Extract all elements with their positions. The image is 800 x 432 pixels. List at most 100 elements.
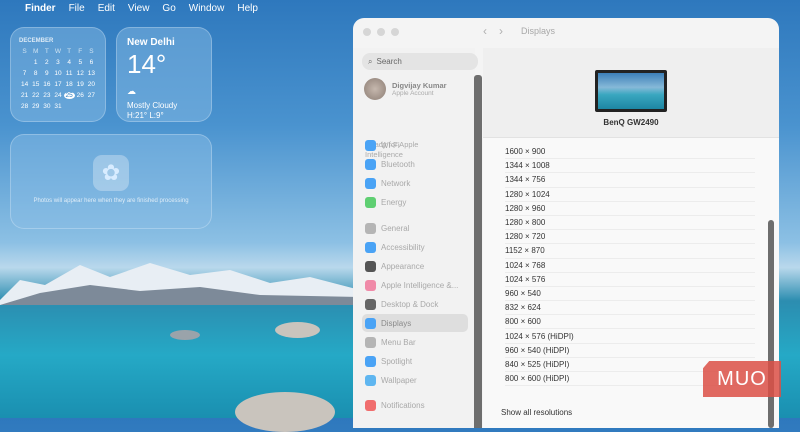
sidebar-item-label: Spotlight [381,356,413,366]
calendar-day: 31 [54,103,62,110]
sidebar-item-label: Network [381,178,411,188]
sidebar-item-general[interactable]: General [362,219,468,237]
menu-file[interactable]: File [69,3,85,14]
bluetooth-icon [365,158,376,170]
weather-hilo: H:21° L:9° [127,111,164,120]
display-name: BenQ GW2490 [603,118,659,127]
calendar-day: 23 [43,92,51,99]
calendar-day [19,59,30,66]
mountains [0,263,360,305]
calendar-day: 10 [54,70,62,77]
forward-icon[interactable]: › [499,24,503,38]
resolution-option[interactable]: 1280 × 800 [505,216,755,231]
weather-condition: Mostly Cloudy [127,101,178,110]
calendar-day: 20 [87,81,96,88]
resolution-option[interactable]: 1152 × 870 [505,244,755,259]
back-icon[interactable]: ‹ [483,24,487,38]
sidebar-item-label: Menu Bar [381,337,416,347]
resolution-option[interactable]: 832 × 624 [505,301,755,316]
sidebar-item-network[interactable]: Network [362,174,468,192]
resolution-option[interactable]: 1344 × 1008 [505,159,755,174]
sidebar-item-apple-intelligence[interactable]: Apple Intelligence &... [362,276,468,294]
monitor-icon[interactable] [595,70,667,112]
sidebar-item-displays[interactable]: Displays [362,314,468,332]
rock [170,330,200,340]
resolution-option[interactable]: 1024 × 576 (HiDPI) [505,329,755,344]
apple-account[interactable]: Digvijay Kumar Apple Account [364,78,447,100]
calendar-day: 1 [33,59,38,66]
appearance-icon [365,260,376,272]
resolution-option[interactable]: 800 × 600 [505,315,755,330]
calendar-widget[interactable]: DECEMBER S M T W T F S 1 2 3 4 5 6 7 8 9 10 11 12 13 14 15 16 1… [10,27,106,122]
resolution-option[interactable]: 1600 × 900 [505,145,755,160]
calendar-dow: S [22,48,27,55]
menu-view[interactable]: View [128,3,150,14]
sidebar: ⌕ Search Digvijay Kumar Apple Account Read… [353,48,478,428]
sidebar-item-bluetooth[interactable]: Bluetooth [362,155,468,173]
dock-icon [365,298,376,310]
menu-help[interactable]: Help [237,3,258,14]
menu-bar: Finder File Edit View Go Window Help [0,0,800,17]
sidebar-item-label: Desktop & Dock [381,299,439,309]
sidebar-item-label: Apple Intelligence &... [381,280,459,290]
calendar-day: 16 [43,81,51,88]
sidebar-item-menu-bar[interactable]: Menu Bar [362,333,468,351]
sidebar-item-appearance[interactable]: Appearance [362,257,468,275]
sidebar-item-energy[interactable]: Energy [362,193,468,211]
sidebar-item-notifications[interactable]: Notifications [362,396,468,414]
rock [235,392,335,432]
wallpaper-icon [365,374,376,386]
resolution-option[interactable]: 1344 × 756 [505,173,755,188]
battery-icon [365,196,376,208]
sidebar-item-label: Displays [381,318,412,328]
photos-widget[interactable]: ✿ Photos will appear here when they are … [10,134,212,229]
show-all-resolutions[interactable]: Show all resolutions [501,408,572,417]
sidebar-item-desktop-dock[interactable]: Desktop & Dock [362,295,468,313]
calendar-day: 13 [87,70,96,77]
menu-finder[interactable]: Finder [25,3,56,14]
spotlight-icon [365,355,376,367]
calendar-day: 28 [20,103,29,110]
calendar-day: 22 [32,92,40,99]
rock [275,322,320,338]
sidebar-item-label: Appearance [381,261,425,271]
close-button[interactable] [363,28,371,36]
resolution-option[interactable]: 1280 × 720 [505,230,755,245]
sidebar-item-spotlight[interactable]: Spotlight [362,352,468,370]
globe-icon [365,177,376,189]
calendar-day: 30 [43,103,51,110]
sidebar-item-wi-fi[interactable]: Wi-Fi [362,136,468,154]
bell-icon [365,399,376,411]
sidebar-item-label: Energy [381,197,407,207]
calendar-dow: W [54,48,62,55]
resolution-option[interactable]: 960 × 540 [505,287,755,302]
sidebar-item-label: Wallpaper [381,375,417,385]
apple-intelligence-icon [365,279,376,291]
sidebar-scrollbar[interactable] [474,75,482,428]
search-input[interactable]: ⌕ Search [362,53,478,70]
calendar-dow: S [89,48,94,55]
weather-city: New Delhi [127,37,175,48]
cloud-icon: ☁ [127,86,136,96]
sidebar-item-accessibility[interactable]: Accessibility [362,238,468,256]
resolution-option[interactable]: 1024 × 576 [505,273,755,287]
sidebar-item-wallpaper[interactable]: Wallpaper [362,371,468,389]
weather-widget[interactable]: New Delhi 14° ☁ Mostly Cloudy H:21° L:9° [116,27,212,122]
calendar-day: 6 [89,59,94,66]
resolution-option[interactable]: 1280 × 960 [505,202,755,216]
menu-go[interactable]: Go [162,3,175,14]
account-name: Digvijay Kumar [392,81,447,90]
resolution-option[interactable]: 960 × 540 (HiDPI) [505,344,755,358]
minimize-button[interactable] [377,28,385,36]
muo-watermark: MUO [703,361,781,397]
window-title: Displays [521,26,556,36]
zoom-button[interactable] [391,28,399,36]
sun-icon [365,317,376,329]
resolution-option[interactable]: 1024 × 768 [505,259,755,273]
resolution-option[interactable]: 1280 × 1024 [505,188,755,202]
avatar [364,78,386,100]
gear-icon [365,222,376,234]
menu-window[interactable]: Window [189,3,225,14]
weather-temp: 14° [127,49,167,79]
menu-edit[interactable]: Edit [98,3,115,14]
